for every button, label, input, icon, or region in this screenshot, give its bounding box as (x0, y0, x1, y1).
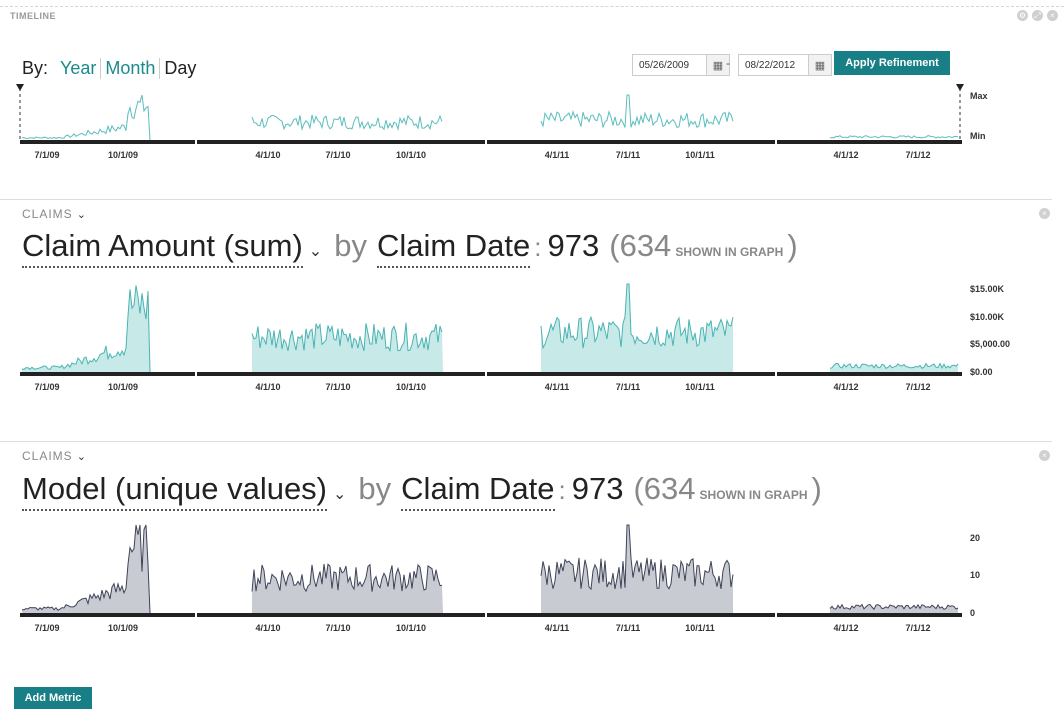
charts-canvas: 7/1/09 10/1/09 4/1/10 7/1/10 10/1/10 4/1/11 7/… (16, 84, 964, 633)
x-tick-label: 4/1/10 (255, 382, 280, 392)
x-tick-label: 7/1/09 (34, 623, 59, 633)
x-tick-label: 4/1/12 (833, 382, 858, 392)
x-tick-label: 10/1/11 (685, 150, 715, 160)
series-line (21, 94, 151, 141)
x-tick-label: 4/1/11 (545, 150, 570, 160)
x-tick-label: 4/1/11 (545, 623, 570, 633)
x-tick-label: 10/1/09 (108, 382, 138, 392)
x-tick-label: 7/1/10 (325, 623, 350, 633)
x-tick-label: 10/1/10 (396, 382, 426, 392)
series-line (251, 114, 443, 132)
x-tick-label: 7/1/09 (34, 382, 59, 392)
x-tick-label: 4/1/10 (255, 150, 280, 160)
x-tick-label: 4/1/12 (833, 150, 858, 160)
range-handle-right-icon (956, 84, 964, 91)
series-line (540, 94, 734, 129)
x-tick-label: 10/1/09 (108, 150, 138, 160)
x-tick-label: 7/1/10 (325, 382, 350, 392)
x-tick-label: 7/1/11 (616, 382, 641, 392)
x-tick-label: 7/1/12 (905, 150, 930, 160)
x-tick-label: 7/1/12 (905, 623, 930, 633)
x-tick-label: 10/1/10 (396, 150, 426, 160)
x-tick-label: 10/1/11 (685, 623, 715, 633)
series-area (252, 322, 443, 372)
x-tick-label: 10/1/11 (685, 382, 715, 392)
x-tick-label: 4/1/10 (255, 623, 280, 633)
x-tick-label: 10/1/09 (108, 623, 138, 633)
series-area (22, 525, 150, 613)
x-tick-label: 10/1/10 (396, 623, 426, 633)
x-tick-label: 7/1/11 (616, 150, 641, 160)
x-tick-label: 7/1/09 (34, 150, 59, 160)
x-tick-label: 7/1/12 (905, 382, 930, 392)
range-handle-left-icon (16, 84, 24, 91)
x-tick-label: 7/1/11 (616, 623, 641, 633)
series-line (829, 135, 959, 139)
x-tick-label: 7/1/10 (325, 150, 350, 160)
series-area (541, 525, 733, 613)
x-tick-label: 4/1/12 (833, 623, 858, 633)
x-tick-label: 4/1/11 (545, 382, 570, 392)
